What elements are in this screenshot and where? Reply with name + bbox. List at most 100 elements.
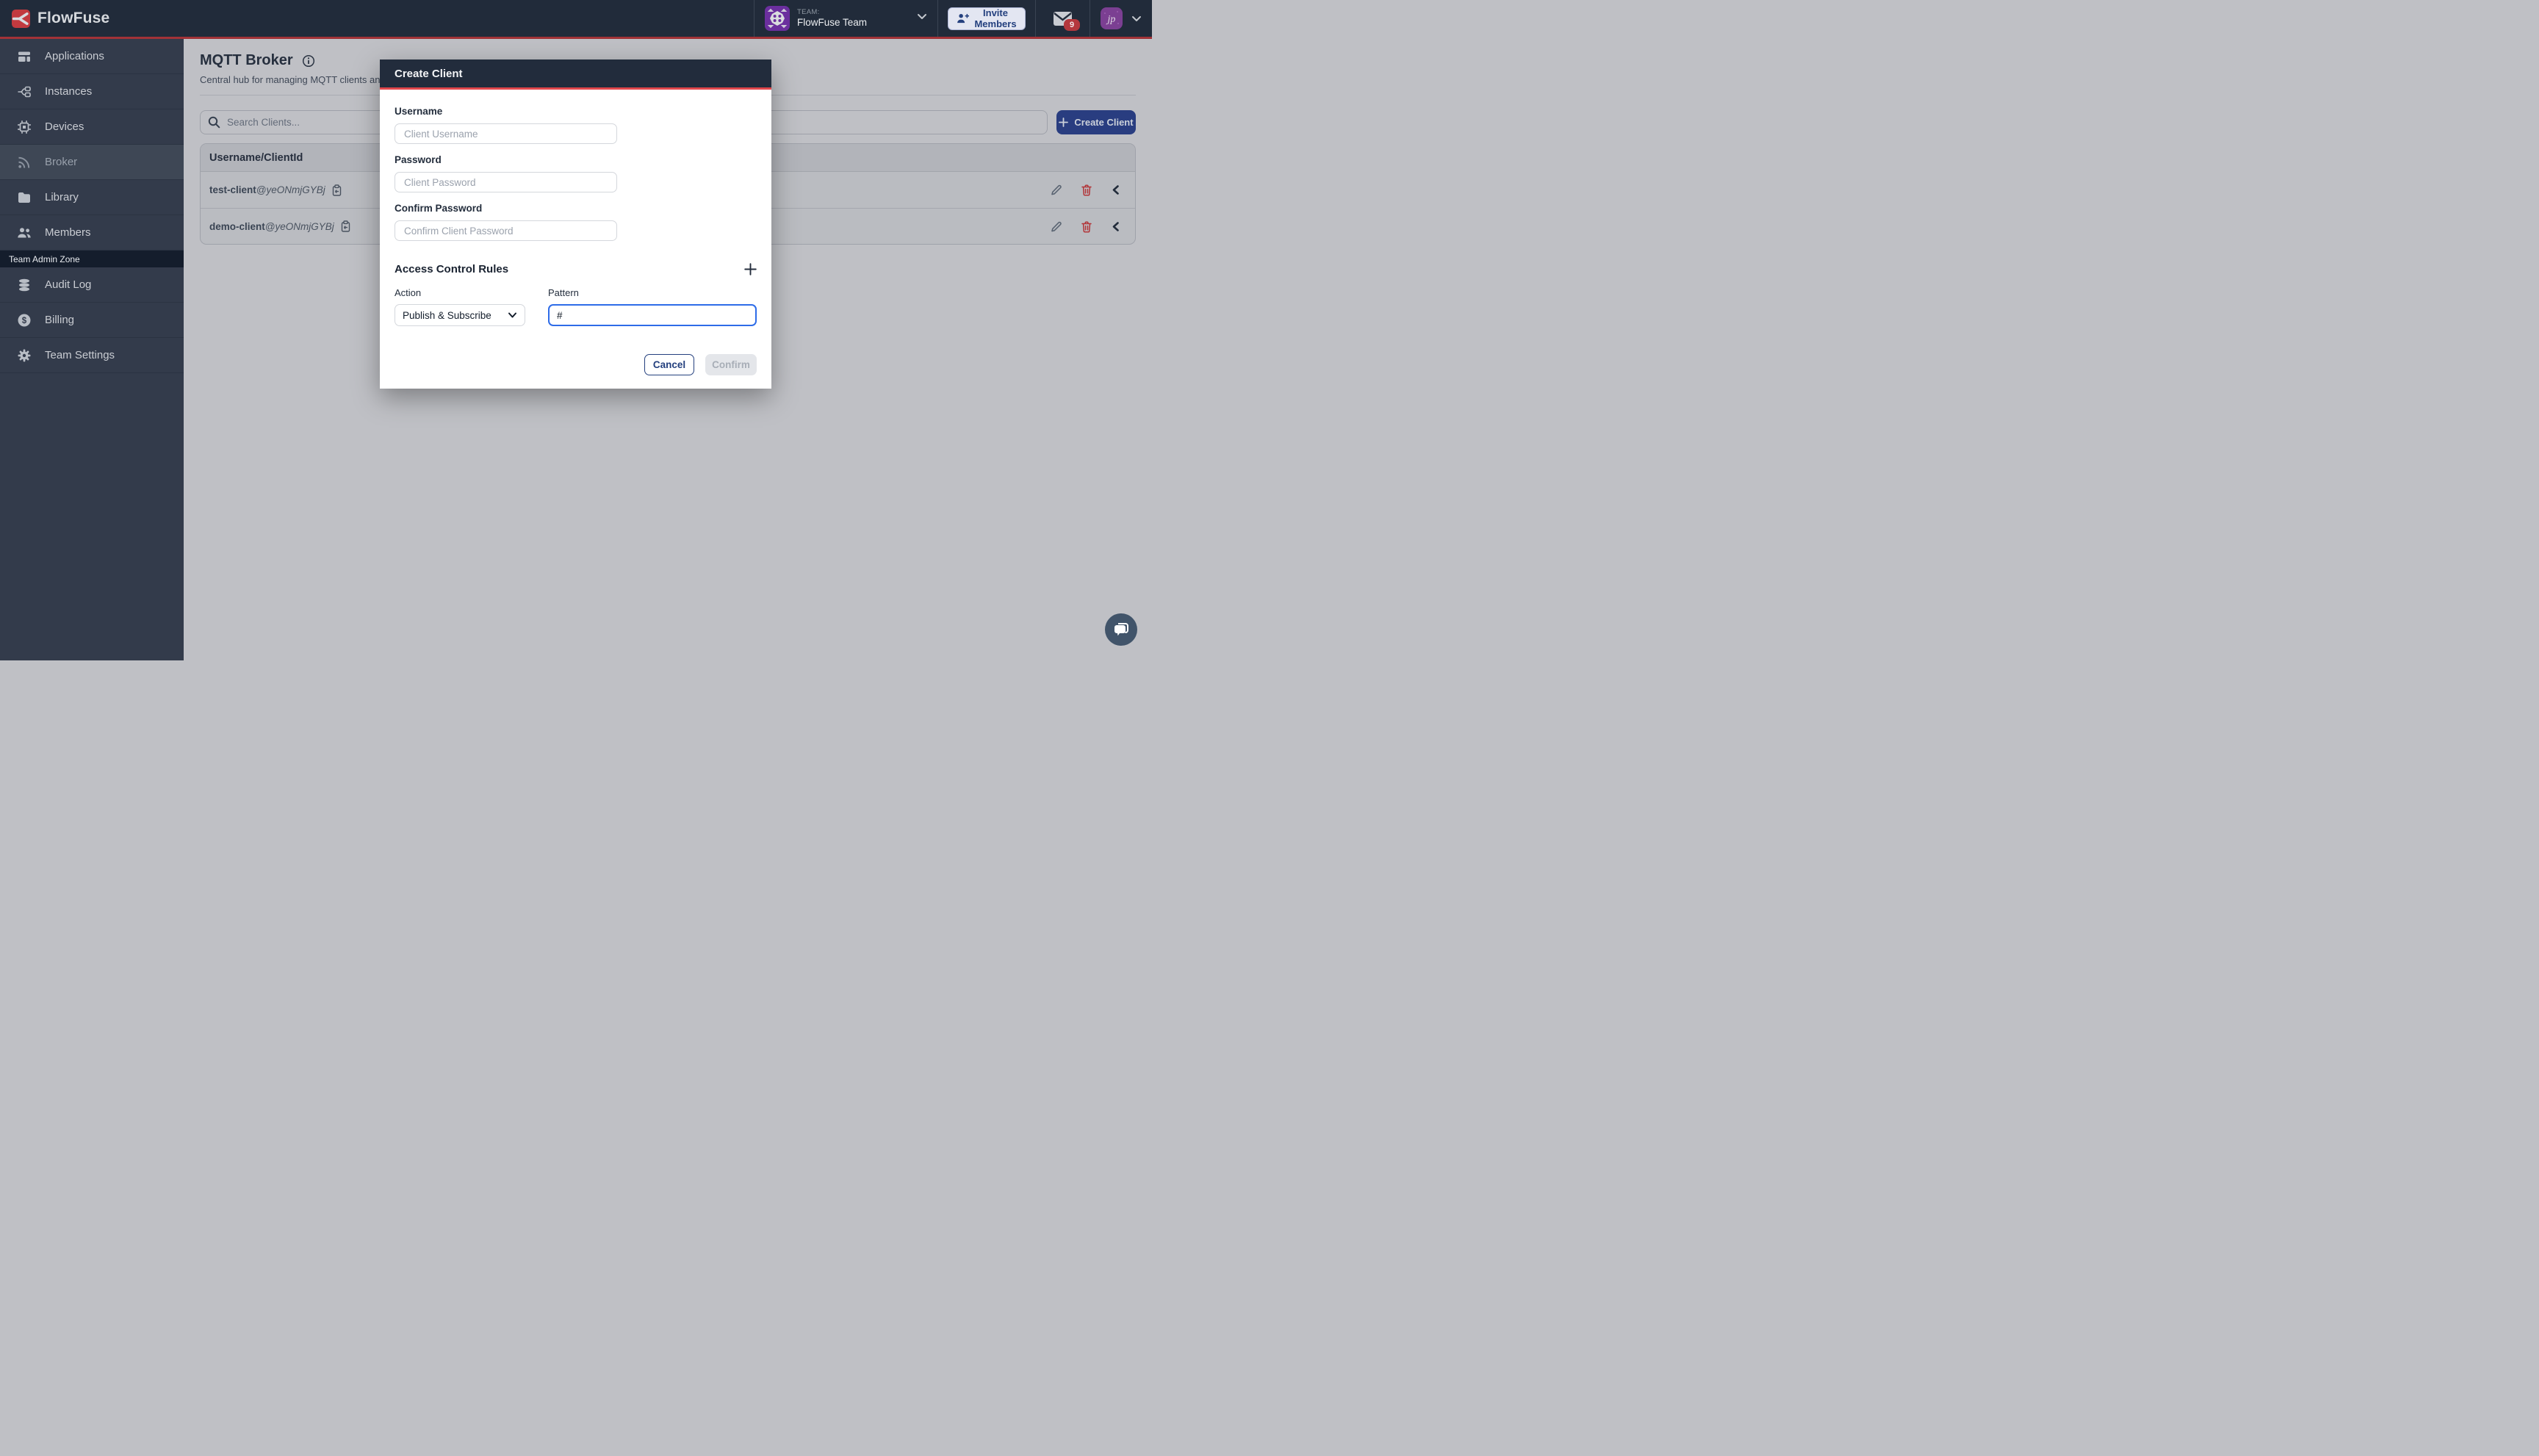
user-plus-icon [957, 12, 969, 24]
sidebar-item-label: Billing [45, 314, 74, 326]
notifications[interactable]: 9 [1035, 0, 1090, 37]
copy-icon[interactable] [331, 184, 342, 196]
info-icon[interactable] [302, 54, 315, 68]
create-client-label: Create Client [1074, 117, 1133, 128]
confirm-button[interactable]: Confirm [705, 354, 757, 375]
client-id-suffix: @yeONmjGYBj [265, 221, 334, 232]
client-id-suffix: @yeONmjGYBj [256, 184, 325, 195]
broker-icon [17, 155, 32, 170]
team-label: TEAM: [797, 9, 867, 17]
invite-members-label: Invite Members [974, 7, 1016, 29]
modal-header: Create Client [380, 60, 771, 90]
add-rule-plus-icon[interactable] [744, 263, 757, 275]
brand[interactable]: FlowFuse [0, 10, 109, 28]
invite-section: Invite Members [937, 0, 1035, 37]
team-chevron-down-icon [917, 12, 927, 25]
action-column: Action Publish & Subscribe [395, 287, 525, 326]
confirm-password-label: Confirm Password [395, 203, 757, 214]
library-icon [17, 190, 32, 205]
sidebar-item-label: Library [45, 191, 79, 203]
sidebar-item-billing[interactable]: $ Billing [0, 303, 184, 338]
password-label: Password [395, 154, 757, 165]
modal-body: Username Password Confirm Password Acces… [380, 90, 771, 389]
navbar-right: TEAM: FlowFuse Team Invite Members [754, 0, 1152, 37]
sidebar-item-label: Members [45, 226, 91, 239]
sidebar-item-label: Applications [45, 50, 104, 62]
notification-badge: 9 [1064, 19, 1080, 31]
devices-icon [17, 120, 32, 134]
row-actions [1050, 184, 1120, 196]
navbar-accent-line [0, 37, 1152, 39]
sidebar-item-broker[interactable]: Broker [0, 145, 184, 180]
instances-icon [17, 84, 32, 99]
brand-name: FlowFuse [37, 10, 109, 27]
sidebar-item-team-settings[interactable]: Team Settings [0, 338, 184, 373]
password-group: Password [395, 154, 757, 192]
user-chevron-down-icon [1131, 14, 1142, 24]
pattern-column: Pattern [548, 287, 757, 326]
create-client-button[interactable]: Create Client [1056, 110, 1136, 134]
modal-buttons: Cancel Confirm [395, 354, 757, 375]
acl-heading: Access Control Rules [395, 263, 508, 275]
chat-bubbles-icon [1112, 621, 1130, 638]
username-label: Username [395, 106, 757, 117]
copy-icon[interactable] [340, 220, 351, 232]
modal-title: Create Client [395, 68, 463, 80]
plus-icon [1059, 118, 1068, 127]
username-input[interactable] [395, 123, 617, 144]
team-meta: TEAM: FlowFuse Team [797, 9, 867, 28]
password-input[interactable] [395, 172, 617, 192]
billing-icon: $ [17, 313, 32, 328]
sidebar-item-label: Audit Log [45, 278, 91, 291]
sidebar-item-applications[interactable]: Applications [0, 39, 184, 74]
cancel-button[interactable]: Cancel [644, 354, 694, 375]
chevron-left-icon[interactable] [1111, 184, 1120, 195]
sidebar-item-label: Devices [45, 120, 84, 133]
action-select-value: Publish & Subscribe [403, 310, 491, 321]
sidebar-item-label: Broker [45, 156, 77, 168]
client-username: demo-client [209, 221, 265, 232]
confirm-password-group: Confirm Password [395, 203, 757, 241]
client-username: test-client [209, 184, 256, 195]
sidebar-item-members[interactable]: Members [0, 215, 184, 251]
team-avatar [765, 6, 790, 31]
user-menu[interactable]: jp [1090, 0, 1152, 37]
svg-text:$: $ [22, 317, 27, 325]
svg-text:jp: jp [1106, 14, 1116, 25]
team-switcher[interactable]: TEAM: FlowFuse Team [754, 0, 937, 37]
username-group: Username [395, 106, 757, 144]
select-chevron-down-icon [508, 311, 517, 320]
create-client-modal: Create Client Username Password Confirm … [380, 60, 771, 389]
sidebar-item-devices[interactable]: Devices [0, 109, 184, 145]
audit-log-icon [17, 278, 32, 292]
sidebar: Applications Instances Devices Broker Li… [0, 39, 184, 660]
sidebar-item-library[interactable]: Library [0, 180, 184, 215]
app-root: FlowFuse TEAM: FlowFuse Team [0, 0, 1152, 660]
sidebar-item-label: Instances [45, 85, 92, 98]
members-icon [17, 226, 32, 240]
confirm-password-input[interactable] [395, 220, 617, 241]
pattern-label: Pattern [548, 287, 757, 298]
chevron-left-icon[interactable] [1111, 221, 1120, 232]
delete-trash-icon[interactable] [1081, 184, 1092, 196]
top-navbar: FlowFuse TEAM: FlowFuse Team [0, 0, 1152, 37]
user-avatar: jp [1101, 7, 1123, 29]
acl-header-row: Access Control Rules [395, 263, 757, 275]
applications-icon [17, 49, 32, 64]
edit-pencil-icon[interactable] [1050, 184, 1062, 196]
sidebar-item-instances[interactable]: Instances [0, 74, 184, 109]
flowfuse-logo-icon [12, 10, 30, 28]
sidebar-item-label: Team Settings [45, 349, 115, 361]
search-icon [208, 116, 220, 129]
row-actions [1050, 220, 1120, 233]
pattern-input[interactable] [548, 304, 757, 326]
sidebar-item-audit-log[interactable]: Audit Log [0, 267, 184, 303]
edit-pencil-icon[interactable] [1050, 220, 1062, 233]
acl-rule-row: Action Publish & Subscribe Pattern [395, 287, 757, 326]
team-admin-zone-header: Team Admin Zone [0, 251, 184, 267]
chat-widget-button[interactable] [1105, 613, 1137, 646]
action-select[interactable]: Publish & Subscribe [395, 304, 525, 326]
invite-members-button[interactable]: Invite Members [948, 7, 1025, 30]
settings-icon [17, 348, 32, 363]
delete-trash-icon[interactable] [1081, 220, 1092, 233]
